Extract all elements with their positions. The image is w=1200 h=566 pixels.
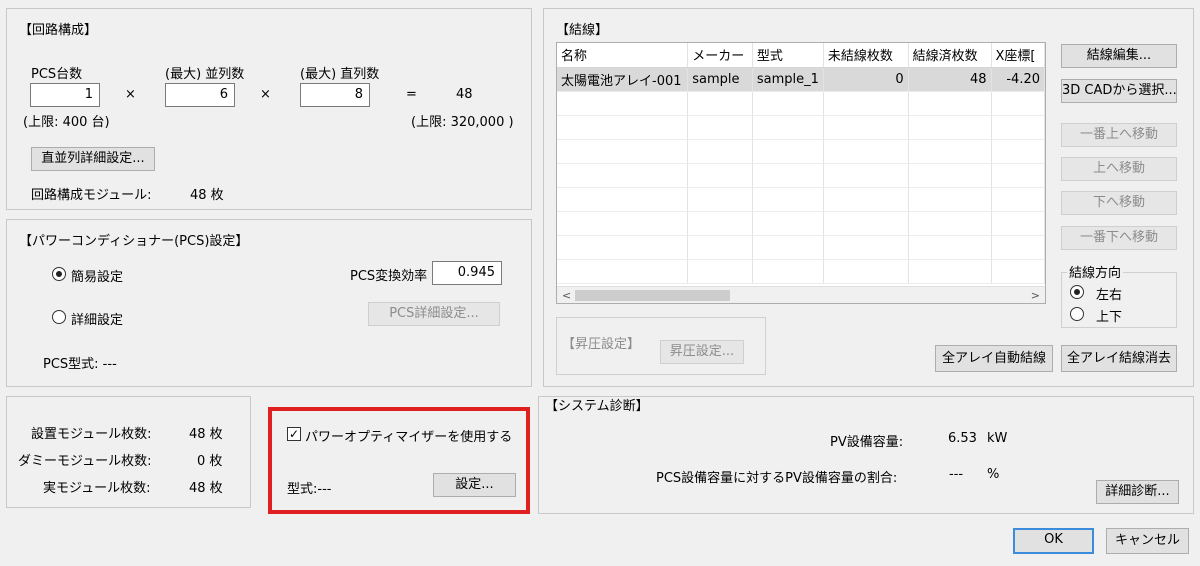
clear-wire-all-button[interactable]: 全アレイ結線消去 (1061, 345, 1177, 372)
series-count-label: (最大) 直列数 (300, 67, 380, 82)
equals-sign: = (406, 87, 417, 102)
auto-wire-all-button[interactable]: 全アレイ自動結線 (935, 345, 1053, 372)
table-row-empty (557, 211, 1045, 236)
parallel-count-label: (最大) 並列数 (165, 67, 245, 82)
system-diagnosis-title: 【システム診断】 (545, 399, 649, 414)
cell-maker: sample (687, 67, 753, 92)
table-row-empty (557, 139, 1045, 164)
detail-setting-label: 詳細設定 (71, 313, 124, 328)
capacity-ratio-value: --- (949, 467, 964, 482)
pcs-model-label: PCS型式: --- (43, 357, 117, 372)
array-table: 名称 メーカー 型式 未結線枚数 結線済枚数 X座標[ 太陽電池アレイ-001 … (556, 42, 1046, 304)
table-row-empty (557, 115, 1045, 140)
table-header-row: 名称 メーカー 型式 未結線枚数 結線済枚数 X座標[ (557, 43, 1045, 68)
highlight-box (268, 407, 530, 514)
direction-lr-radio[interactable] (1070, 285, 1084, 299)
dummy-module-value: 0 枚 (197, 454, 223, 469)
move-top-button[interactable]: 一番上へ移動 (1061, 123, 1177, 147)
installed-module-label: 設置モジュール枚数: (31, 427, 152, 442)
circuit-module-label: 回路構成モジュール: (31, 188, 152, 203)
cell-name: 太陽電池アレイ-001 (557, 67, 689, 92)
pv-capacity-value: 6.53 (948, 431, 977, 446)
table-horizontal-scrollbar[interactable]: < > (557, 286, 1045, 303)
scrollbar-thumb[interactable] (575, 290, 730, 301)
table-row-empty (557, 91, 1045, 116)
result-limit-text: (上限: 320,000 ) (411, 115, 514, 130)
module-count-panel: 設置モジュール枚数: 48 枚 ダミーモジュール枚数: 0 枚 実モジュール枚数… (6, 396, 251, 508)
cell-model: sample_1 (752, 67, 824, 92)
move-up-button[interactable]: 上へ移動 (1061, 157, 1177, 181)
simple-setting-label: 簡易設定 (71, 270, 124, 285)
boost-settings-button[interactable]: 昇圧設定... (660, 340, 744, 364)
table-row-empty (557, 235, 1045, 260)
move-down-button[interactable]: 下へ移動 (1061, 191, 1177, 215)
circuit-result: 48 (456, 87, 473, 102)
table-row[interactable]: 太陽電池アレイ-001 sample sample_1 0 48 -4.20 (557, 67, 1045, 92)
dummy-module-label: ダミーモジュール枚数: (18, 454, 152, 469)
series-count-input[interactable]: 8 (300, 83, 370, 107)
column-header-maker[interactable]: メーカー (687, 43, 753, 68)
column-header-name[interactable]: 名称 (557, 43, 689, 68)
series-parallel-detail-button[interactable]: 直並列詳細設定... (31, 147, 155, 171)
circuit-module-value: 48 枚 (190, 188, 224, 203)
wiring-edit-button[interactable]: 結線編集... (1061, 44, 1177, 68)
ok-button[interactable]: OK (1013, 528, 1094, 554)
pcs-detail-button[interactable]: PCS詳細設定... (368, 302, 500, 326)
column-header-wired[interactable]: 結線済枚数 (908, 43, 992, 68)
system-diagnosis-panel: 【システム診断】 PV設備容量: 6.53 kW PCS設備容量に対するPV設備… (538, 396, 1194, 514)
table-row-empty (557, 259, 1045, 284)
column-header-x[interactable]: X座標[ (991, 43, 1045, 68)
simple-setting-radio[interactable] (52, 267, 66, 281)
installed-module-value: 48 枚 (189, 427, 223, 442)
detail-setting-radio[interactable] (52, 310, 66, 324)
wiring-title: 【結線】 (556, 23, 609, 38)
capacity-ratio-label: PCS設備容量に対するPV設備容量の割合: (656, 471, 898, 486)
cell-unwired: 0 (823, 67, 909, 92)
circuit-config-title: 【回路構成】 (19, 23, 98, 38)
pcs-settings-panel: 【パワーコンディショナー(PCS)設定】 簡易設定 詳細設定 PCS変換効率 0… (6, 219, 532, 387)
pcs-count-label: PCS台数 (31, 67, 83, 82)
table-row-empty (557, 163, 1045, 188)
pcs-settings-title: 【パワーコンディショナー(PCS)設定】 (19, 234, 249, 249)
pcs-limit-text: (上限: 400 台) (23, 115, 110, 130)
scroll-right-icon[interactable]: > (1031, 287, 1040, 303)
circuit-config-panel: 【回路構成】 PCS台数 (最大) 並列数 (最大) 直列数 1 × 6 × 8… (6, 8, 532, 210)
move-bottom-button[interactable]: 一番下へ移動 (1061, 226, 1177, 250)
pv-capacity-label: PV設備容量: (830, 435, 904, 450)
column-header-model[interactable]: 型式 (752, 43, 824, 68)
pcs-count-input[interactable]: 1 (30, 83, 100, 107)
real-module-value: 48 枚 (189, 481, 223, 496)
pv-capacity-unit: kW (987, 431, 1008, 446)
cancel-button[interactable]: キャンセル (1106, 528, 1189, 554)
table-row-empty (557, 187, 1045, 212)
column-header-unwired[interactable]: 未結線枚数 (823, 43, 909, 68)
pcs-efficiency-input[interactable]: 0.945 (432, 261, 502, 285)
scroll-left-icon[interactable]: < (562, 287, 571, 303)
direction-lr-label: 左右 (1096, 288, 1123, 303)
capacity-ratio-unit: % (987, 467, 1000, 482)
times-sign-2: × (260, 87, 271, 102)
pcs-efficiency-label: PCS変換効率 (350, 269, 428, 284)
direction-ud-radio[interactable] (1070, 307, 1084, 321)
wiring-direction-label: 結線方向 (1067, 262, 1124, 281)
cad-select-button[interactable]: 3D CADから選択... (1061, 79, 1177, 103)
parallel-count-input[interactable]: 6 (165, 83, 235, 107)
direction-ud-label: 上下 (1096, 310, 1123, 325)
cell-wired: 48 (908, 67, 992, 92)
boost-settings-title: 【昇圧設定】 (562, 337, 641, 352)
times-sign-1: × (125, 87, 136, 102)
real-module-label: 実モジュール枚数: (43, 481, 151, 496)
cell-x: -4.20 (991, 67, 1045, 92)
detail-diagnosis-button[interactable]: 詳細診断... (1096, 480, 1179, 504)
